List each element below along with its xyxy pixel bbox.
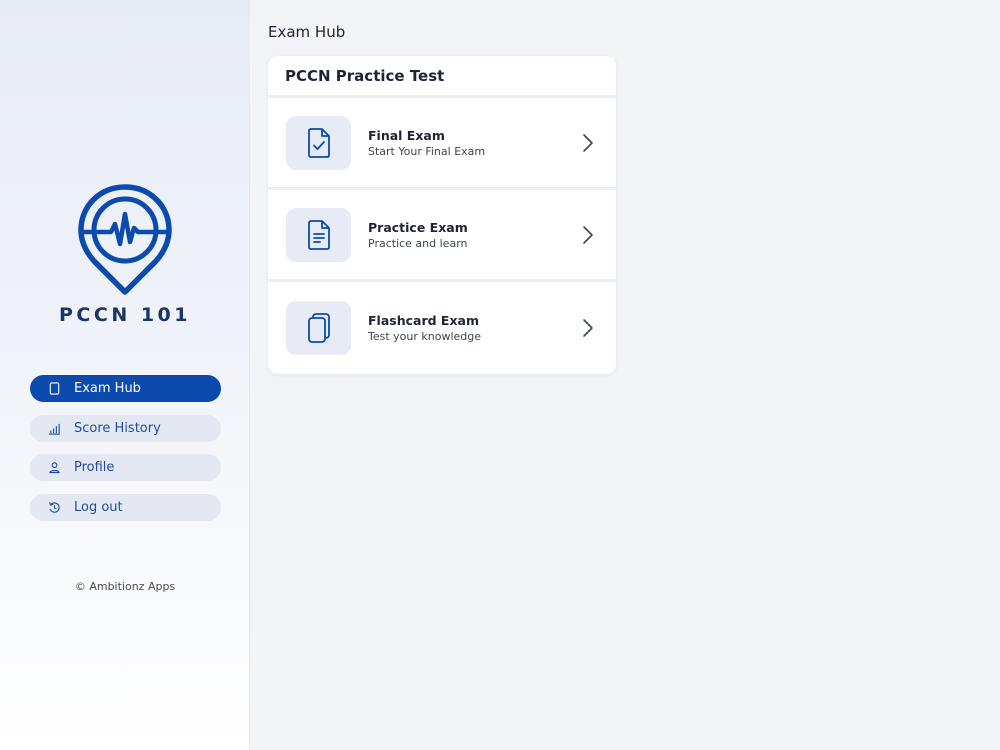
exam-row-flashcard-exam[interactable]: Flashcard Exam Test your knowledge: [268, 282, 616, 374]
nav-item-log-out[interactable]: Log out: [30, 493, 221, 521]
exam-icon-box: [286, 301, 351, 355]
exam-subtitle: Start Your Final Exam: [368, 144, 486, 158]
document-check-icon: [307, 127, 330, 158]
exam-subtitle: Test your knowledge: [368, 330, 482, 343]
page-title: Exam Hub: [268, 23, 346, 41]
heart-pulse-location-pin-icon: [78, 184, 172, 295]
bar-chart-icon: [47, 421, 61, 435]
exam-title: Final Exam: [368, 127, 445, 143]
nav-item-exam-hub[interactable]: Exam Hub: [30, 375, 221, 402]
flashcards-icon: [307, 313, 330, 343]
logout-icon: [47, 500, 61, 514]
nav-item-label: Exam Hub: [74, 381, 141, 396]
nav-item-profile[interactable]: Profile: [30, 454, 221, 481]
chevron-right-icon: [583, 225, 593, 244]
tablet-icon: [47, 382, 61, 396]
nav-item-label: Profile: [74, 460, 115, 475]
nav-item-label: Score History: [74, 420, 161, 436]
card-title: PCCN Practice Test: [268, 56, 616, 98]
exam-subtitle: Practice and learn: [368, 236, 468, 250]
nav-item-label: Log out: [74, 499, 123, 515]
copyright: © Ambitionz Apps: [74, 580, 176, 593]
nav-item-score-history[interactable]: Score History: [30, 414, 221, 442]
exam-row-final-exam[interactable]: Final Exam Start Your Final Exam: [268, 98, 616, 190]
sidebar: PCCN 101 Exam Hub Score History Profile …: [0, 0, 250, 750]
user-icon: [47, 461, 61, 475]
chevron-right-icon: [583, 319, 593, 337]
exam-title: Practice Exam: [368, 219, 468, 235]
document-lines-icon: [307, 219, 330, 250]
exam-icon-box: [286, 115, 351, 170]
exam-row-practice-exam[interactable]: Practice Exam Practice and learn: [268, 190, 616, 282]
sidebar-nav: Exam Hub Score History Profile Log out: [30, 375, 221, 533]
exam-icon-box: [286, 207, 351, 262]
exam-card: PCCN Practice Test Final Exam Start Your…: [268, 56, 616, 374]
exam-title: Flashcard Exam: [368, 313, 479, 328]
brand-name: PCCN 101: [59, 304, 191, 326]
chevron-right-icon: [583, 133, 593, 152]
